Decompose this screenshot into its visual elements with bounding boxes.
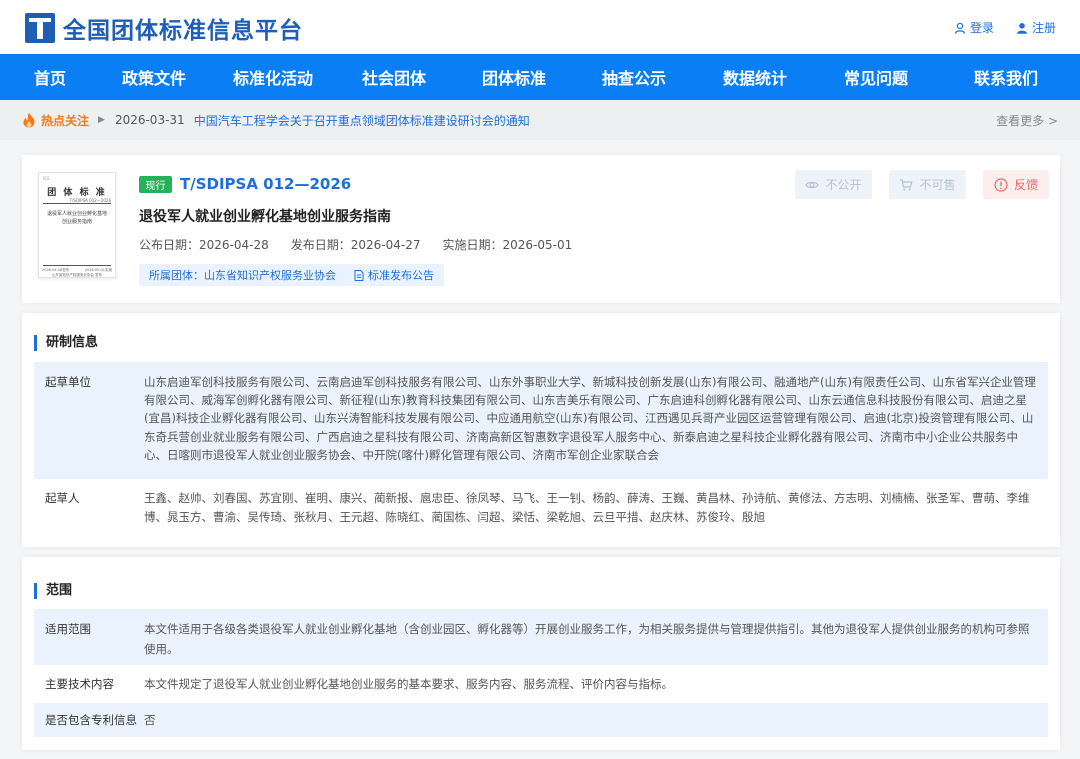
user-solid-icon bbox=[1016, 22, 1027, 34]
site-title: 全国团体标准信息平台 bbox=[63, 18, 303, 44]
tech-content-label: 主要技术内容 bbox=[45, 677, 114, 691]
release-notice-tag[interactable]: 标准发布公告 bbox=[344, 264, 444, 286]
nav-home[interactable]: 首页 bbox=[0, 54, 100, 100]
view-more-link[interactable]: 查看更多 > bbox=[996, 112, 1058, 129]
standard-code: T/SDIPSA 012—2026 bbox=[180, 175, 352, 193]
tech-content-row: 主要技术内容 本文件规定了退役军人就业创业孵化基地创业服务的基本要求、服务内容、… bbox=[34, 665, 1048, 703]
organization-tag[interactable]: 所属团体：山东省知识产权服务业协会 bbox=[139, 264, 346, 286]
hot-topics-label: 热点关注 bbox=[41, 113, 90, 128]
implementation-date: 实施日期：2026-05-01 bbox=[442, 238, 573, 252]
nav-policy[interactable]: 政策文件 bbox=[100, 54, 208, 100]
drafting-units-label: 起草单位 bbox=[45, 375, 91, 389]
nav-activities[interactable]: 标准化活动 bbox=[208, 54, 338, 100]
feedback-label: 反馈 bbox=[1013, 178, 1038, 192]
nav-standards[interactable]: 团体标准 bbox=[450, 54, 578, 100]
release-notice-label: 标准发布公告 bbox=[368, 269, 434, 282]
triangle-right-icon: ▶ bbox=[98, 115, 105, 125]
auth-links: 登录 注册 bbox=[954, 19, 1056, 36]
nav-statistics[interactable]: 数据统计 bbox=[690, 54, 820, 100]
patent-info-label: 是否包含专利信息 bbox=[45, 713, 137, 727]
alert-circle-icon bbox=[994, 177, 1008, 192]
not-for-sale-button[interactable]: 不可售 bbox=[889, 170, 966, 199]
cover-org: 山东省知识产权服务业协会 发布 bbox=[51, 273, 103, 277]
nav-inspection[interactable]: 抽查公示 bbox=[578, 54, 690, 100]
not-for-sale-label: 不可售 bbox=[919, 178, 956, 192]
user-outline-icon bbox=[954, 22, 966, 34]
eye-icon bbox=[805, 181, 820, 188]
cover-ics: ICS bbox=[43, 176, 50, 181]
drafters-row: 起草人 王鑫、赵帅、刘春国、苏宜刚、崔明、康兴、蔺新报、扈忠臣、徐凤琴、马飞、王… bbox=[34, 479, 1048, 533]
hot-topic-link[interactable]: 中国汽车工程学会关于召开重点领域团体标准建设研讨会的通知 bbox=[194, 112, 530, 129]
patent-info-value: 否 bbox=[144, 713, 156, 727]
release-date: 发布日期：2026-04-27 bbox=[290, 238, 421, 252]
not-public-button[interactable]: 不公开 bbox=[795, 170, 872, 199]
login-link[interactable]: 登录 bbox=[954, 19, 994, 36]
drafting-units-row: 起草单位 山东启迪军创科技服务有限公司、云南启迪军创科技服务有限公司、山东外事职… bbox=[34, 362, 1048, 479]
status-badge: 现行 bbox=[139, 176, 172, 193]
cover-name: 退役军人就业创业孵化基地创业服务指南 bbox=[46, 211, 107, 225]
nav-organizations[interactable]: 社会团体 bbox=[338, 54, 450, 100]
document-icon bbox=[354, 269, 364, 281]
main-nav: 首页 政策文件 标准化活动 社会团体 团体标准 抽查公示 数据统计 常见问题 联… bbox=[0, 54, 1080, 100]
standard-cover-thumbnail[interactable]: ICS 团 体 标 准 T/SDIPSA 012—2026 退役军人就业创业孵化… bbox=[38, 172, 116, 278]
fire-icon bbox=[23, 112, 35, 128]
standard-dates: 公布日期：2026-04-28 发布日期：2026-04-27 实施日期：202… bbox=[139, 236, 572, 253]
hot-topics-bar: 热点关注 ▶ 2026-03-31 中国汽车工程学会关于召开重点领域团体标准建设… bbox=[0, 100, 1080, 140]
login-label: 登录 bbox=[969, 21, 994, 35]
standard-summary-card: ICS 团 体 标 准 T/SDIPSA 012—2026 退役军人就业创业孵化… bbox=[22, 155, 1060, 303]
cover-title: 团 体 标 准 bbox=[47, 188, 107, 198]
site-logo[interactable]: 全国团体标准信息平台 bbox=[25, 11, 303, 45]
register-label: 注册 bbox=[1031, 21, 1056, 35]
tech-content-value: 本文件规定了退役军人就业创业孵化基地创业服务的基本要求、服务内容、服务流程、评价… bbox=[144, 677, 673, 691]
hot-topic-date: 2026-03-31 bbox=[114, 113, 185, 127]
drafters-value: 王鑫、赵帅、刘春国、苏宜刚、崔明、康兴、蔺新报、扈忠臣、徐凤琴、马飞、王一钊、杨… bbox=[144, 491, 1030, 524]
announce-date: 公布日期：2026-04-28 bbox=[139, 238, 269, 252]
feedback-button[interactable]: 反馈 bbox=[983, 170, 1049, 199]
cart-icon bbox=[900, 178, 914, 190]
logo-icon bbox=[25, 13, 55, 43]
standard-name: 退役军人就业创业孵化基地创业服务指南 bbox=[139, 209, 391, 225]
research-info-card: 研制信息 起草单位 山东启迪军创科技服务有限公司、云南启迪军创科技服务有限公司、… bbox=[22, 313, 1060, 547]
drafting-units-value: 山东启迪军创科技服务有限公司、云南启迪军创科技服务有限公司、山东外事职业大学、新… bbox=[144, 375, 1036, 462]
scope-card: 范围 适用范围 本文件适用于各级各类退役军人就业创业孵化基地（含创业园区、孵化器… bbox=[22, 557, 1060, 750]
drafters-label: 起草人 bbox=[45, 491, 80, 505]
register-link[interactable]: 注册 bbox=[1016, 19, 1056, 36]
top-header: 全国团体标准信息平台 登录 注册 bbox=[0, 0, 1080, 54]
applicable-scope-value: 本文件适用于各级各类退役军人就业创业孵化基地（含创业园区、孵化器等）开展创业服务… bbox=[144, 622, 1030, 656]
nav-faq[interactable]: 常见问题 bbox=[820, 54, 932, 100]
patent-info-row: 是否包含专利信息 否 bbox=[34, 703, 1048, 737]
applicable-scope-label: 适用范围 bbox=[45, 622, 91, 636]
research-section-title: 研制信息 bbox=[34, 335, 98, 351]
not-public-label: 不公开 bbox=[825, 178, 862, 192]
nav-contact[interactable]: 联系我们 bbox=[932, 54, 1080, 100]
applicable-scope-row: 适用范围 本文件适用于各级各类退役军人就业创业孵化基地（含创业园区、孵化器等）开… bbox=[34, 609, 1048, 665]
scope-section-title: 范围 bbox=[34, 583, 72, 599]
